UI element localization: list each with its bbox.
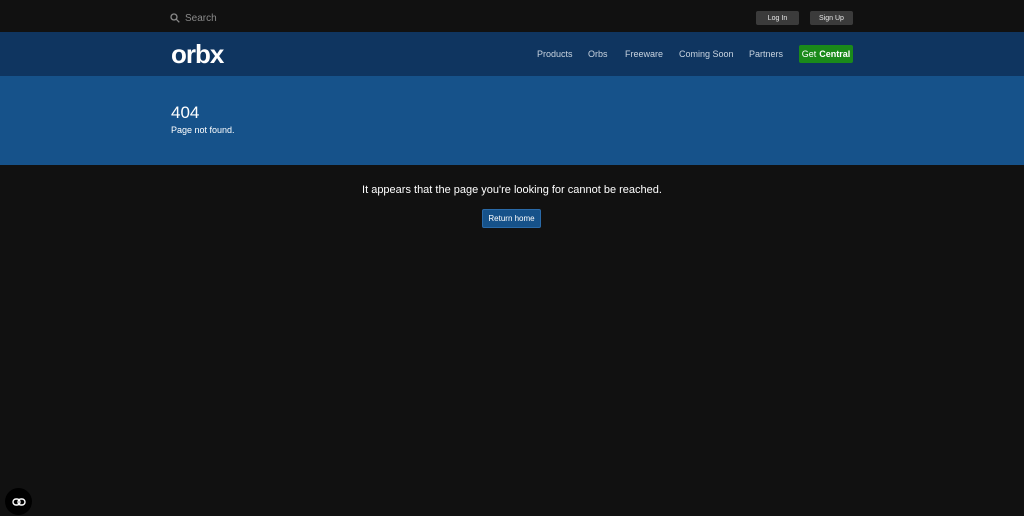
login-button[interactable]: Log In xyxy=(756,11,799,25)
cta-prefix: Get xyxy=(801,49,817,59)
cta-bold: Central xyxy=(819,49,851,59)
nav-link-orbs[interactable]: Orbs xyxy=(588,49,608,59)
link-icon xyxy=(11,497,26,506)
error-code: 404 xyxy=(171,103,200,122)
error-subtitle: Page not found. xyxy=(171,125,235,135)
search-label: Search xyxy=(185,12,217,24)
return-home-button[interactable]: Return home xyxy=(482,209,541,228)
search-icon xyxy=(170,13,180,23)
floating-link-button[interactable] xyxy=(5,488,32,515)
search-field[interactable]: Search xyxy=(170,10,217,26)
nav-link-coming-soon[interactable]: Coming Soon xyxy=(679,49,734,59)
nav-link-freeware[interactable]: Freeware xyxy=(625,49,663,59)
error-hero-banner xyxy=(0,76,1024,165)
get-central-button[interactable]: Get Central xyxy=(799,45,853,63)
orbx-logo[interactable]: orbx xyxy=(171,40,224,68)
nav-link-products[interactable]: Products xyxy=(537,49,573,59)
top-utility-bar: Search Log In Sign Up xyxy=(0,0,1024,32)
main-navbar xyxy=(0,32,1024,76)
nav-link-partners[interactable]: Partners xyxy=(749,49,783,59)
error-message: It appears that the page you're looking … xyxy=(362,184,662,196)
signup-button[interactable]: Sign Up xyxy=(810,11,853,25)
